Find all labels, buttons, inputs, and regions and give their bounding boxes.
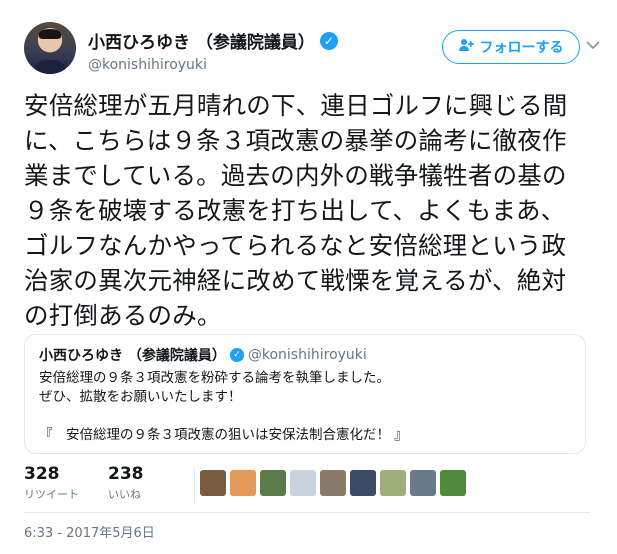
author-handle[interactable]: @konishihiroyuki xyxy=(88,57,338,73)
stats-divider xyxy=(194,468,195,504)
retweet-label: リツイート xyxy=(24,488,79,501)
retweet-stat[interactable]: 328 リツイート xyxy=(24,464,79,502)
liker-avatar-8[interactable] xyxy=(410,470,436,496)
like-stat[interactable]: 238 いいね xyxy=(108,464,144,502)
tweet-timestamp[interactable]: 6:33 - 2017年5月6日 xyxy=(24,522,155,541)
liker-avatar-7[interactable] xyxy=(380,470,406,496)
author-display-name[interactable]: 小西ひろゆき （参議院議員） ✓ xyxy=(88,28,338,53)
author-name-text[interactable]: 小西ひろゆき （参議院議員） xyxy=(88,28,315,53)
follow-button-label: フォローする xyxy=(479,40,564,56)
liker-avatar-4[interactable] xyxy=(290,470,316,496)
liker-avatar-6[interactable] xyxy=(350,470,376,496)
footer-divider xyxy=(24,512,590,513)
liker-avatar-9[interactable] xyxy=(440,470,466,496)
like-count: 238 xyxy=(108,464,144,484)
tweet-text: 安倍総理が五月晴れの下、連日ゴルフに興じる間に、こちらは９条３項改憲の暴挙の論考… xyxy=(24,91,568,330)
quoted-author-handle: @konishihiroyuki xyxy=(247,347,367,363)
follow-button[interactable]: フォローする xyxy=(442,30,580,64)
quoted-author-name: 小西ひろゆき （参議院議員） xyxy=(39,348,226,364)
author-avatar[interactable] xyxy=(24,22,76,74)
like-label: いいね xyxy=(108,488,141,501)
quoted-tweet-body: 安倍総理の９条３項改憲を粉砕する論考を執筆しました。 ぜひ、拡散をお願いいたしま… xyxy=(39,370,408,443)
follow-person-plus-icon xyxy=(458,38,474,56)
author-name-block: 小西ひろゆき （参議院議員） ✓ @konishihiroyuki xyxy=(88,28,338,73)
quoted-tweet[interactable]: 小西ひろゆき （参議院議員） ✓ @konishihiroyuki 安倍総理の９… xyxy=(24,334,586,454)
liker-avatar-1[interactable] xyxy=(200,470,226,496)
quoted-verified-badge-icon: ✓ xyxy=(229,348,244,362)
liker-avatar-5[interactable] xyxy=(320,470,346,496)
liker-avatar-2[interactable] xyxy=(230,470,256,496)
retweet-count: 328 xyxy=(24,464,60,484)
tweet-stats: 328 リツイート 238 いいね xyxy=(24,464,594,510)
liker-avatar-3[interactable] xyxy=(260,470,286,496)
tweet-header: 小西ひろゆき （参議院議員） ✓ @konishihiroyuki フォローする xyxy=(24,22,600,78)
chevron-down-icon[interactable] xyxy=(584,36,602,54)
verified-badge-icon: ✓ xyxy=(319,31,338,50)
liker-avatars xyxy=(200,470,466,496)
quoted-tweet-header: 小西ひろゆき （参議院議員） ✓ @konishihiroyuki xyxy=(39,345,571,365)
